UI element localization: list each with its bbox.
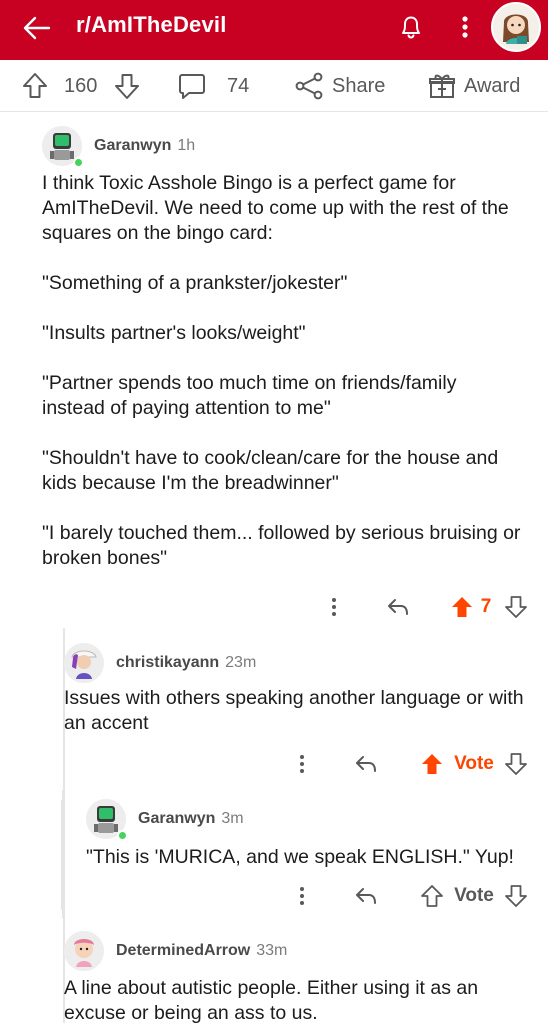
share-button[interactable]: Share	[294, 60, 385, 112]
comment-paragraph: "Insults partner's looks/weight"	[42, 322, 306, 344]
downvote-arrow-icon	[505, 885, 527, 907]
downvote-button[interactable]	[504, 881, 528, 911]
comment-body: I think Toxic Asshole Bingo is a perfect…	[42, 171, 522, 571]
comment-header: Garanwyn 1h	[42, 126, 196, 168]
downvote-arrow-icon	[505, 753, 527, 775]
comment-author[interactable]: Garanwyn	[138, 810, 215, 828]
post-action-bar: 160 74 Share Award	[0, 60, 548, 112]
comment-paragraph: Issues with others speaking another lang…	[64, 687, 524, 734]
vote-label: Vote	[454, 885, 494, 906]
avatar[interactable]	[64, 931, 104, 971]
comments-button[interactable]	[178, 60, 206, 112]
upvote-button[interactable]	[450, 592, 474, 622]
avatar[interactable]	[64, 643, 104, 683]
reply-arrow-icon	[356, 888, 376, 904]
comment-actions: Vote	[0, 881, 548, 911]
downvote-arrow-icon	[505, 596, 527, 618]
comment-header: Garanwyn 3m	[86, 799, 244, 841]
comment-header: DeterminedArrow 33m	[64, 931, 287, 971]
back-button[interactable]	[20, 11, 54, 45]
online-indicator	[73, 157, 84, 168]
gift-icon	[429, 74, 455, 98]
subreddit-header: r/AmITheDevil	[0, 0, 548, 60]
comment-body: Issues with others speaking another lang…	[64, 686, 524, 736]
reply-button[interactable]	[352, 881, 380, 911]
comment-paragraph: "Partner spends too much time on friends…	[42, 372, 457, 419]
more-options-button[interactable]	[294, 881, 310, 911]
award-button[interactable]: Award	[428, 60, 520, 112]
comment-actions: Vote	[0, 749, 548, 779]
more-vertical-icon	[300, 887, 304, 905]
comment-body: "This is 'MURICA, and we speak ENGLISH."…	[86, 845, 536, 870]
comment-paragraph: A line about autistic people. Either usi…	[64, 977, 479, 1023]
arrow-left-icon	[23, 16, 51, 40]
comment-author[interactable]: Garanwyn	[94, 137, 171, 155]
upvote-arrow-filled-icon	[452, 597, 472, 617]
comment-time: 3m	[221, 810, 244, 827]
vote-label: Vote	[454, 753, 494, 774]
upvote-arrow-icon	[23, 73, 47, 98]
upvote-button[interactable]	[420, 749, 444, 779]
comment-author[interactable]: christikayann	[116, 654, 219, 672]
comment-time: 33m	[256, 942, 288, 959]
downvote-button[interactable]	[114, 60, 140, 112]
more-vertical-icon	[300, 755, 304, 773]
more-vertical-icon	[462, 16, 468, 38]
comment-header: christikayann 23m	[64, 643, 256, 683]
post-score: 160	[64, 74, 98, 97]
reply-arrow-icon	[388, 599, 408, 615]
vote-count: 7	[480, 596, 492, 617]
upvote-button[interactable]	[420, 881, 444, 911]
avatar[interactable]	[86, 799, 128, 841]
comment-paragraph: "Shouldn't have to cook/clean/care for t…	[42, 447, 499, 494]
share-label: Share	[332, 74, 386, 97]
share-icon	[295, 72, 323, 100]
comment-actions: 7	[0, 592, 548, 622]
downvote-arrow-icon	[115, 74, 139, 99]
comment-paragraph: "This is 'MURICA, and we speak ENGLISH."…	[86, 846, 514, 868]
downvote-button[interactable]	[504, 592, 528, 622]
more-options-button[interactable]	[294, 749, 310, 779]
reply-arrow-icon	[356, 756, 376, 772]
comment-time: 23m	[225, 654, 257, 671]
award-label: Award	[464, 74, 521, 97]
notifications-button[interactable]	[394, 10, 428, 44]
upvote-arrow-filled-icon	[422, 754, 442, 774]
reply-button[interactable]	[384, 592, 412, 622]
bell-icon	[402, 16, 420, 39]
comment-count: 74	[227, 74, 250, 97]
user-avatar[interactable]	[491, 2, 541, 52]
more-options-button[interactable]	[326, 592, 342, 622]
upvote-arrow-icon	[421, 885, 443, 907]
comment-bubble-icon	[179, 74, 205, 99]
downvote-button[interactable]	[504, 749, 528, 779]
comment-time: 1h	[177, 137, 196, 154]
reply-button[interactable]	[352, 749, 380, 779]
comment-paragraph: "I barely touched them... followed by se…	[42, 522, 521, 569]
avatar[interactable]	[42, 126, 84, 168]
comment-paragraph: "Something of a prankster/jokester"	[42, 272, 348, 294]
comment-paragraph: I think Toxic Asshole Bingo is a perfect…	[42, 172, 509, 244]
online-indicator	[117, 830, 128, 841]
more-vertical-icon	[332, 598, 336, 616]
comment-author[interactable]: DeterminedArrow	[116, 942, 250, 960]
upvote-button[interactable]	[22, 60, 48, 112]
subreddit-title[interactable]: r/AmITheDevil	[76, 12, 227, 38]
more-options-button[interactable]	[452, 10, 478, 44]
comment-body: A line about autistic people. Either usi…	[64, 976, 524, 1023]
